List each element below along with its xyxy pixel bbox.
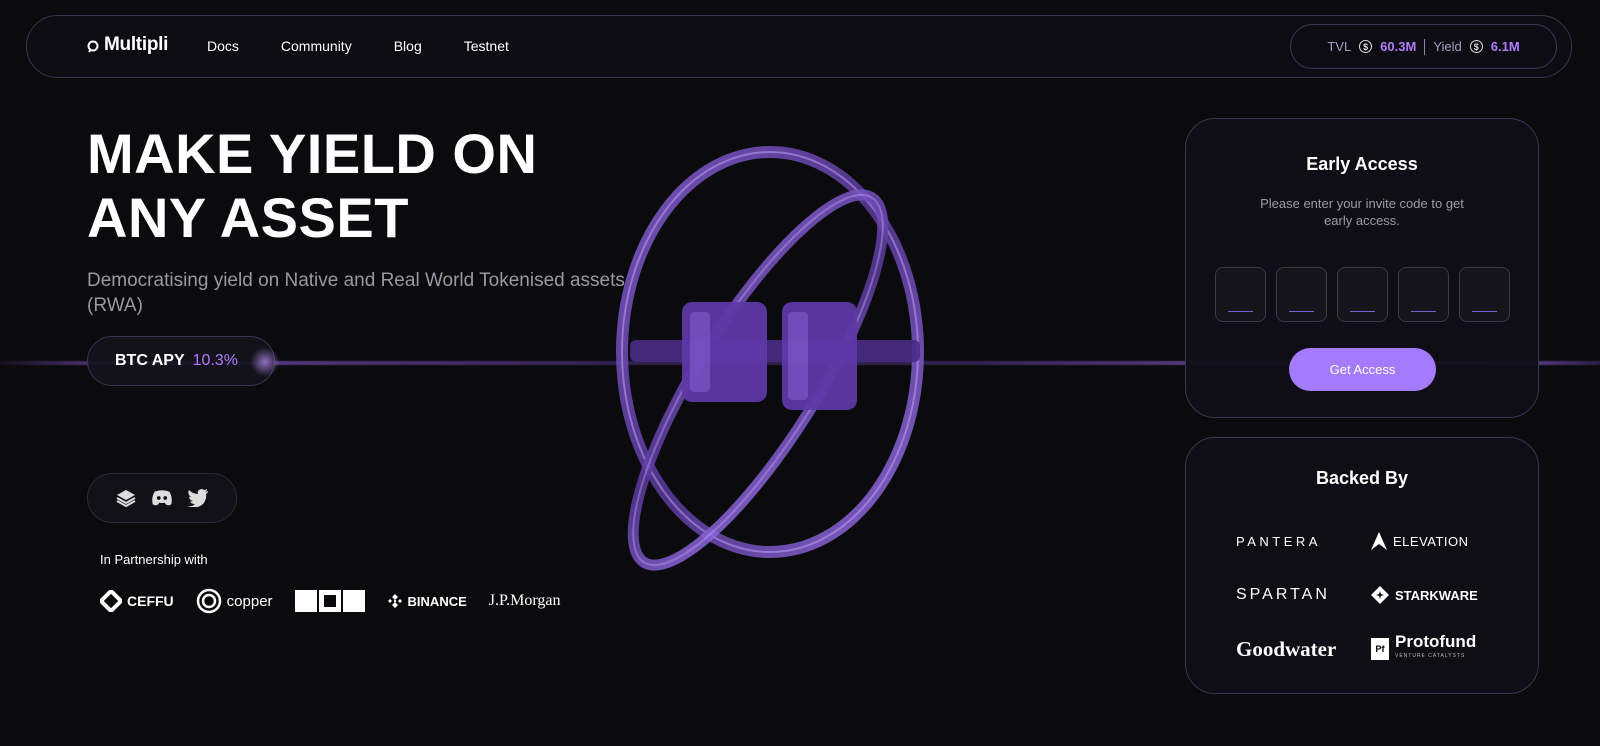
brand-name: Multipli <box>104 34 169 55</box>
nav-link-docs[interactable]: Docs <box>207 38 239 54</box>
nav-link-blog[interactable]: Blog <box>394 38 422 54</box>
tvl-label: TVL <box>1327 39 1352 54</box>
ceffu-logo-icon <box>100 590 122 612</box>
nav-link-community[interactable]: Community <box>281 38 352 54</box>
nav-links: Docs Community Blog Testnet <box>207 38 551 54</box>
backer-elevation: ELEVATION <box>1371 528 1496 554</box>
starkware-logo-icon <box>1371 586 1389 604</box>
partnership-heading: In Partnership with <box>100 552 208 567</box>
invite-code-inputs <box>1186 267 1538 322</box>
hero-title: MAKE YIELD ON ANY ASSET <box>87 122 538 249</box>
get-access-button[interactable]: Get Access <box>1289 348 1436 391</box>
elevation-logo-icon <box>1371 532 1387 550</box>
partner-copper: copper <box>196 588 273 614</box>
partner-copper-name: copper <box>226 592 273 610</box>
backer-starkware: STARKWARE <box>1371 582 1496 608</box>
protofund-logo-icon: Pf <box>1371 638 1389 660</box>
brand-logo[interactable]: Multipli <box>87 34 168 56</box>
early-access-description: Please enter your invite code to get ear… <box>1260 196 1464 228</box>
protofund-tagline: VENTURE CATALYSTS <box>1395 653 1466 659</box>
dollar-icon: $ <box>1359 40 1373 53</box>
yield-label: Yield <box>1433 39 1462 54</box>
dollar-icon: $ <box>1469 40 1483 53</box>
backer-goodwater: Goodwater <box>1236 636 1337 661</box>
backer-elevation-name: ELEVATION <box>1393 533 1469 549</box>
early-access-card: Early Access Please enter your invite co… <box>1185 118 1539 418</box>
yield-value: 6.1M <box>1490 39 1520 54</box>
partner-binance-name: BINANCE <box>407 593 467 609</box>
apy-label: BTC APY <box>115 352 185 369</box>
backer-spartan: SPARTAN <box>1236 586 1330 603</box>
early-access-title: Early Access <box>1306 154 1418 174</box>
backer-pantera: PANTERA <box>1236 533 1321 549</box>
partner-ceffu-name: CEFFU <box>127 593 174 609</box>
binance-logo-icon <box>387 594 402 608</box>
nav-link-testnet[interactable]: Testnet <box>464 38 509 54</box>
partner-jpmorgan: J.P.Morgan <box>488 592 561 609</box>
invite-code-digit-3[interactable] <box>1336 267 1388 322</box>
logo-icon <box>87 40 99 53</box>
invite-code-digit-4[interactable] <box>1397 267 1449 322</box>
top-navbar: Multipli Docs Community Blog Testnet TVL… <box>26 15 1572 78</box>
invite-code-digit-1[interactable] <box>1214 267 1266 322</box>
backer-logos: PANTERA ELEVATION SPARTAN STARKWARE Good… <box>1236 528 1496 662</box>
social-links <box>87 473 237 523</box>
invite-code-digit-5[interactable] <box>1458 267 1510 322</box>
twitter-icon[interactable] <box>187 487 209 509</box>
copper-logo-icon <box>196 588 221 614</box>
okx-logo-icon <box>294 590 365 612</box>
backer-protofund-name: Protofund VENTURE CATALYSTS <box>1395 633 1476 663</box>
gitbook-icon[interactable] <box>115 487 137 509</box>
btc-apy-pill: BTC APY 10.3% <box>87 336 280 386</box>
discord-icon[interactable] <box>151 487 173 509</box>
apy-value: 10.3% <box>192 352 239 369</box>
backed-by-title: Backed By <box>1315 468 1409 488</box>
apy-glow <box>250 347 280 377</box>
partner-ceffu: CEFFU <box>100 590 174 612</box>
partner-binance: BINANCE <box>387 593 467 609</box>
tvl-value: 60.3M <box>1380 39 1417 54</box>
stats-divider <box>1424 38 1426 55</box>
partner-logos: CEFFU copper BINANCE J.P.Morgan <box>100 588 583 614</box>
stats-pill: TVL $ 60.3M Yield $ 6.1M <box>1290 24 1557 69</box>
backed-by-card: Backed By PANTERA ELEVATION SPARTAN STAR… <box>1185 437 1539 694</box>
backer-protofund: Pf Protofund VENTURE CATALYSTS <box>1371 633 1496 663</box>
hero-subtitle: Democratising yield on Native and Real W… <box>87 270 625 316</box>
partner-okx <box>294 590 365 612</box>
backer-starkware-name: STARKWARE <box>1395 587 1478 603</box>
gyroscope-ring-graphic <box>616 146 924 571</box>
invite-code-digit-2[interactable] <box>1275 267 1327 322</box>
